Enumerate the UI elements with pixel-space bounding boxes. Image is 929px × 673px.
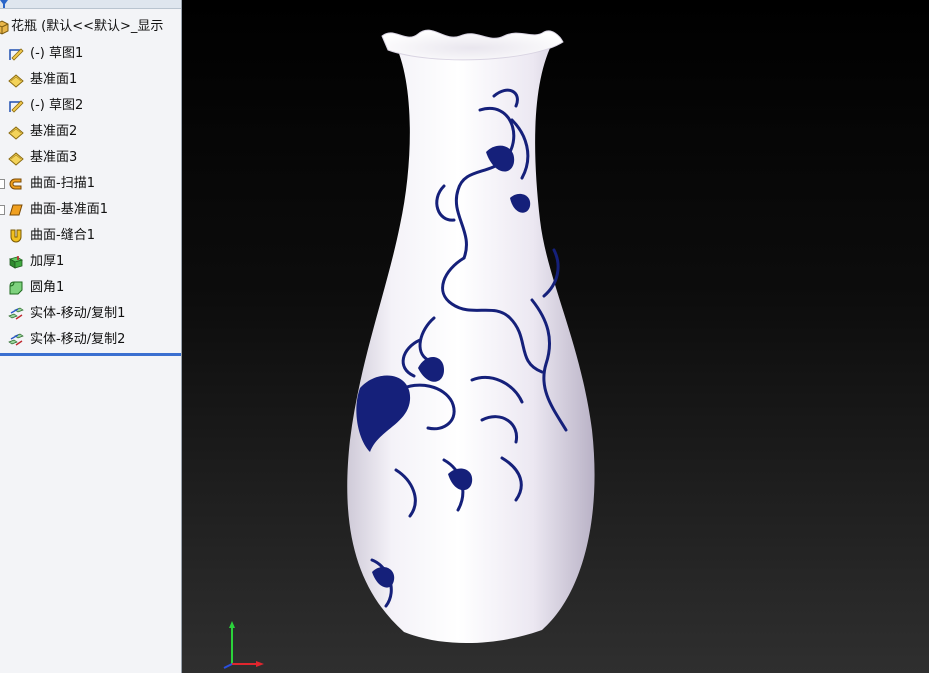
tree-root-label: 花瓶 (默认<<默认>_显示 (11, 19, 164, 34)
plane-icon (8, 74, 24, 88)
surface-sweep-icon (9, 178, 22, 190)
tree-item-surface-knit1[interactable]: 曲面-缝合1 (0, 225, 181, 247)
tree-item-surface-planar1[interactable]: 曲面-基准面1 (0, 199, 181, 221)
tree-item-sketch1[interactable]: (-) 草图1 (0, 43, 181, 65)
surface-knit-icon (10, 229, 22, 243)
tree-item-move-copy2[interactable]: 实体-移动/复制2 (0, 329, 181, 351)
plane-icon (8, 126, 24, 140)
tree-item-sketch2[interactable]: (-) 草图2 (0, 95, 181, 117)
expand-toggle[interactable] (0, 205, 5, 215)
tree-item-surface-sweep1[interactable]: 曲面-扫描1 (0, 173, 181, 195)
expand-toggle[interactable] (0, 179, 5, 189)
feature-manager-tree: 花瓶 (默认<<默认>_显示 (-) 草图1 基准面1 (-) 草图2 基准面2 (0, 0, 182, 673)
plane-icon (8, 152, 24, 166)
tree-root-part[interactable]: 花瓶 (默认<<默认>_显示 (0, 16, 181, 38)
fillet-icon (9, 281, 23, 295)
vase-model (347, 29, 595, 644)
tree-item-plane3[interactable]: 基准面3 (0, 147, 181, 169)
graphics-viewport[interactable] (182, 0, 929, 673)
move-copy-icon (8, 333, 24, 346)
move-copy-icon (8, 307, 24, 320)
orientation-triad (223, 621, 264, 669)
thicken-icon (9, 256, 23, 269)
vase-body (347, 40, 595, 644)
surface-planar-icon (9, 204, 23, 216)
tree-item-plane2[interactable]: 基准面2 (0, 121, 181, 143)
tree-item-fillet1[interactable]: 圆角1 (0, 277, 181, 299)
tree-toolbar-strip (0, 0, 181, 9)
tree-item-move-copy1[interactable]: 实体-移动/复制1 (0, 303, 181, 325)
tree-item-thicken1[interactable]: 加厚1 (0, 251, 181, 273)
sketch-icon (9, 100, 24, 113)
rollback-bar[interactable] (0, 353, 181, 356)
triad-z-axis (223, 663, 233, 669)
sketch-icon (9, 48, 24, 61)
part-icon (0, 20, 9, 35)
filter-icon[interactable] (0, 0, 8, 8)
tree-item-plane1[interactable]: 基准面1 (0, 69, 181, 91)
